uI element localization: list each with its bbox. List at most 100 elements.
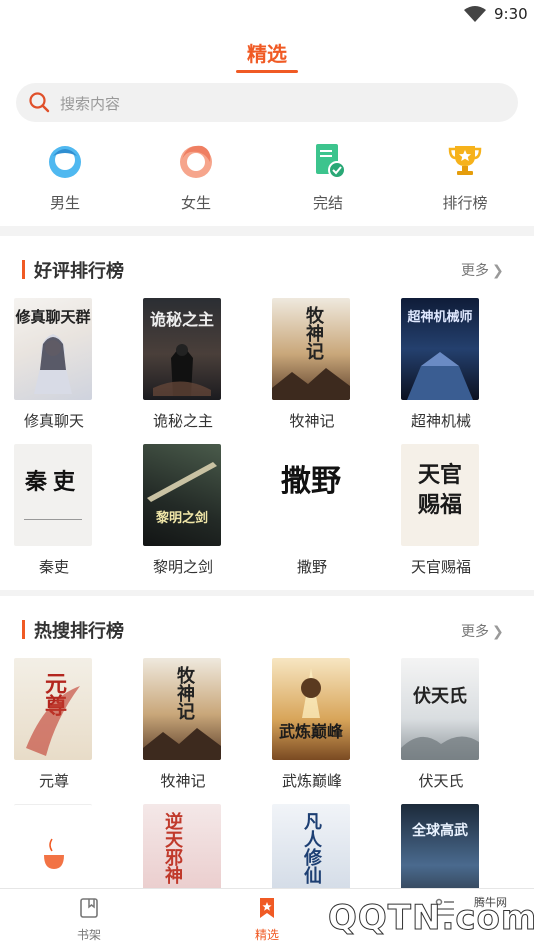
chevron-right-icon: ❯ bbox=[492, 263, 504, 279]
category-male[interactable]: 男生 bbox=[20, 140, 110, 213]
book-title: 牧神记 bbox=[160, 772, 206, 790]
tab-featured[interactable]: 精选 bbox=[227, 897, 307, 943]
star-bookmark-icon bbox=[260, 898, 274, 918]
top-header: 精选 bbox=[0, 30, 534, 80]
more-link-good-reviews[interactable]: 更多 ❯ bbox=[461, 260, 504, 280]
tab-bookshelf[interactable]: 书架 bbox=[49, 897, 129, 943]
category-ranking[interactable]: 排行榜 bbox=[420, 140, 510, 213]
book-title: 诡秘之主 bbox=[152, 412, 213, 430]
section-title-hot-search: 热搜排行榜 bbox=[22, 617, 124, 643]
cover-title: 天官赐福 bbox=[417, 462, 462, 518]
category-row: 男生 女生 完结 排行榜 bbox=[0, 140, 534, 220]
more-link-hot-search[interactable]: 更多 ❯ bbox=[461, 621, 504, 641]
cover-title: 诡秘之主 bbox=[149, 310, 214, 329]
book-cover: 武炼巅峰 bbox=[272, 658, 350, 760]
search-placeholder: 搜索内容 bbox=[60, 95, 121, 113]
book-card[interactable]: 武炼巅峰 武炼巅峰 bbox=[260, 658, 370, 791]
book-cover: 撒野 bbox=[272, 444, 350, 546]
book-title: 武炼巅峰 bbox=[281, 772, 342, 790]
cover-title: 牧神记 bbox=[174, 666, 195, 720]
bookshelf-icon bbox=[80, 898, 98, 918]
category-completed-label: 完结 bbox=[312, 194, 343, 212]
book-title: 撒野 bbox=[296, 558, 327, 576]
status-time: 9:30 bbox=[494, 5, 528, 23]
category-female[interactable]: 女生 bbox=[151, 140, 241, 213]
tab-bookshelf-label: 书架 bbox=[76, 928, 101, 942]
section-divider bbox=[0, 590, 534, 596]
category-ranking-label: 排行榜 bbox=[442, 194, 488, 212]
cover-title: 逆天邪神 bbox=[162, 812, 183, 884]
category-male-label: 男生 bbox=[49, 194, 80, 212]
book-cover: 牧神记 bbox=[272, 298, 350, 400]
cover-title: 伏天氏 bbox=[413, 686, 467, 707]
cover-machine-illustration bbox=[407, 352, 473, 400]
book-cover: 黎明之剑 bbox=[143, 444, 221, 546]
cover-figure-illustration bbox=[34, 334, 72, 394]
cover-sword-illustration bbox=[147, 462, 217, 502]
completed-book-icon bbox=[316, 144, 346, 179]
book-card[interactable]: 伏天氏 伏天氏 bbox=[389, 658, 499, 791]
cover-rays-illustration bbox=[301, 668, 321, 718]
more-label: 更多 bbox=[461, 624, 489, 640]
cover-title: 全球高武 bbox=[412, 823, 468, 839]
category-completed[interactable]: 完结 bbox=[283, 140, 373, 213]
wifi-icon bbox=[464, 6, 486, 22]
cover-title: 武炼巅峰 bbox=[278, 722, 343, 741]
cover-title: 凡人修仙 bbox=[301, 812, 322, 884]
search-icon bbox=[29, 92, 50, 113]
book-title: 牧神记 bbox=[289, 412, 335, 430]
book-title: 修真聊天 bbox=[23, 412, 84, 430]
book-card[interactable]: 诡秘之主 诡秘之主 bbox=[131, 298, 241, 431]
book-cover: 元尊 bbox=[14, 658, 92, 760]
cover-landscape-illustration bbox=[272, 368, 350, 400]
book-card[interactable]: 牧神记 牧神记 bbox=[131, 658, 241, 791]
book-cover: 秦吏 bbox=[14, 444, 92, 546]
book-title: 秦吏 bbox=[38, 558, 69, 576]
book-title: 元尊 bbox=[38, 772, 69, 790]
book-card[interactable]: 天官赐福 天官赐福 bbox=[389, 444, 499, 577]
chevron-right-icon: ❯ bbox=[492, 624, 504, 640]
book-title: 黎明之剑 bbox=[152, 558, 213, 576]
cover-title: 超神机械师 bbox=[407, 310, 473, 325]
cover-figure-illustration bbox=[153, 344, 211, 396]
section-divider bbox=[0, 226, 534, 236]
book-cover: 伏天氏 bbox=[401, 658, 479, 760]
book-cover: 修真聊天群 bbox=[14, 298, 92, 400]
search-input[interactable]: 搜索内容 bbox=[16, 83, 518, 122]
book-card[interactable]: 元尊 元尊 bbox=[2, 658, 112, 791]
cover-title: 牧神记 bbox=[303, 306, 324, 360]
section-title-good-reviews: 好评排行榜 bbox=[22, 257, 124, 283]
cover-title: 修真聊天群 bbox=[15, 308, 91, 326]
site-watermark: QQTN.com 腾牛网 bbox=[327, 890, 534, 945]
book-cover: 诡秘之主 bbox=[143, 298, 221, 400]
book-card[interactable]: 秦吏 秦吏 bbox=[2, 444, 112, 577]
tab-featured-title[interactable]: 精选 bbox=[0, 38, 534, 67]
trophy-icon bbox=[448, 146, 482, 175]
active-tab-indicator bbox=[236, 70, 298, 73]
book-cover: 超神机械师 bbox=[401, 298, 479, 400]
book-card[interactable]: 修真聊天群 修真聊天 bbox=[2, 298, 112, 431]
book-card[interactable]: 撒野 撒野 bbox=[260, 444, 370, 577]
watermark-sub: 腾牛网 bbox=[474, 896, 507, 909]
cover-title: 黎明之剑 bbox=[155, 511, 208, 526]
cover-rule bbox=[24, 519, 82, 530]
book-cover: 牧神记 bbox=[143, 658, 221, 760]
more-label: 更多 bbox=[461, 263, 489, 279]
cover-title: 秦吏 bbox=[24, 469, 81, 495]
book-card[interactable]: 黎明之剑 黎明之剑 bbox=[131, 444, 241, 577]
category-female-label: 女生 bbox=[180, 194, 211, 212]
teacup-icon bbox=[44, 838, 64, 869]
book-title: 伏天氏 bbox=[418, 772, 464, 790]
book-title: 天官赐福 bbox=[410, 558, 471, 576]
cover-landscape-illustration bbox=[143, 728, 221, 760]
book-card[interactable]: 牧神记 牧神记 bbox=[260, 298, 370, 431]
book-cover: 天官赐福 bbox=[401, 444, 479, 546]
cover-splash-illustration bbox=[26, 686, 80, 756]
female-avatar-icon bbox=[180, 145, 212, 178]
tab-featured-label: 精选 bbox=[254, 928, 279, 942]
book-title: 超神机械 bbox=[410, 412, 471, 430]
cover-mist-illustration bbox=[401, 736, 479, 760]
cover-title: 撒野 bbox=[281, 464, 341, 499]
male-avatar-icon bbox=[49, 146, 81, 178]
book-card[interactable]: 超神机械师 超神机械 bbox=[389, 298, 499, 431]
